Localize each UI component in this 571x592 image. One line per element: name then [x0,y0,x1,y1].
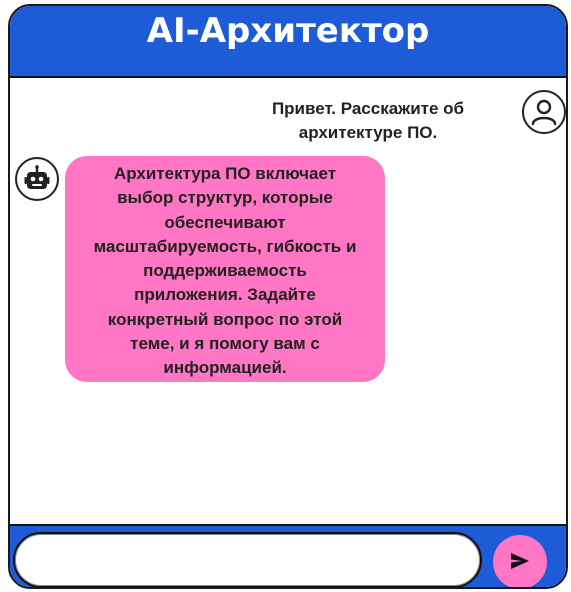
send-button[interactable] [493,535,547,587]
user-message: Привет. Расскажите об архитектуре ПО. [271,99,465,142]
chat-window: AI-Архитектор Привет. Расскажите об архи… [8,4,568,589]
page-title: AI-Архитектор [146,11,430,51]
bot-avatar [15,157,59,201]
send-icon [508,549,532,576]
user-avatar [522,90,566,134]
chat-header: AI-Архитектор [10,6,566,78]
robot-icon [22,164,52,194]
bot-message: Архитектура ПО включает выбор структур, … [65,156,385,382]
message-input[interactable] [13,532,482,587]
input-bar [10,524,566,587]
user-icon [529,97,559,127]
message-list[interactable]: Привет. Расскажите об архитектуре ПО. Ар… [10,78,566,524]
